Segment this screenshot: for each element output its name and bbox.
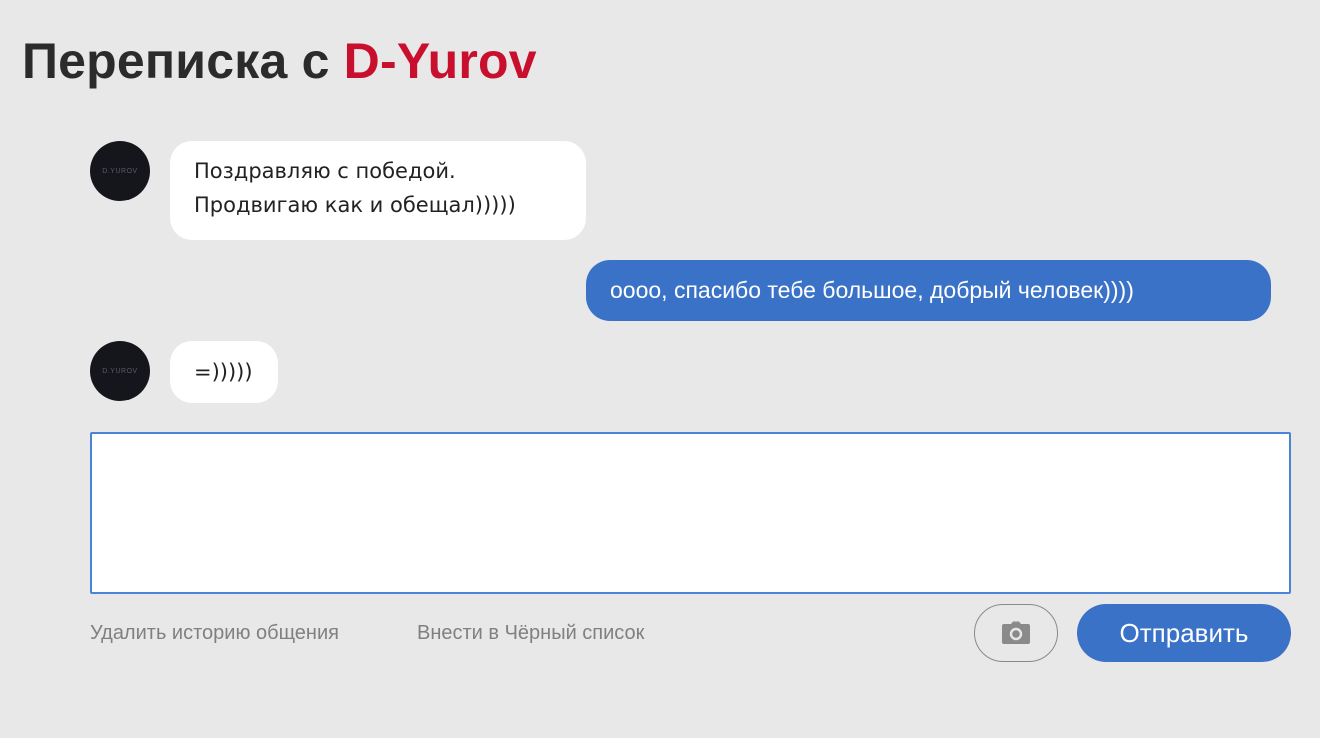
- page-title-prefix: Переписка с: [22, 33, 344, 89]
- contact-name-link[interactable]: D-Yurov: [344, 33, 537, 89]
- blacklist-link[interactable]: Внести в Чёрный список: [417, 622, 644, 645]
- avatar[interactable]: D.YUROV: [90, 341, 150, 401]
- message-input[interactable]: [90, 432, 1291, 594]
- message-line: оооо, спасибо тебе большое, добрый челов…: [610, 277, 1134, 303]
- camera-icon: [1002, 621, 1030, 644]
- delete-history-link[interactable]: Удалить историю общения: [90, 622, 339, 645]
- message-bubble-outgoing: оооо, спасибо тебе большое, добрый челов…: [586, 260, 1271, 321]
- avatar-text: D.YUROV: [102, 167, 138, 175]
- avatar-text: D.YUROV: [102, 367, 138, 375]
- message-line: Поздравляю с победой.: [194, 159, 456, 183]
- attach-photo-button[interactable]: [974, 604, 1058, 662]
- avatar[interactable]: D.YUROV: [90, 141, 150, 201]
- message-line: =))))): [194, 360, 253, 384]
- message-bubble-incoming: Поздравляю с победой. Продвигаю как и об…: [170, 141, 586, 240]
- message-bubble-incoming: =))))): [170, 341, 278, 403]
- page-title: Переписка с D-Yurov: [22, 32, 537, 90]
- send-button[interactable]: Отправить: [1077, 604, 1291, 662]
- message-line: Продвигаю как и обещал))))): [194, 193, 516, 217]
